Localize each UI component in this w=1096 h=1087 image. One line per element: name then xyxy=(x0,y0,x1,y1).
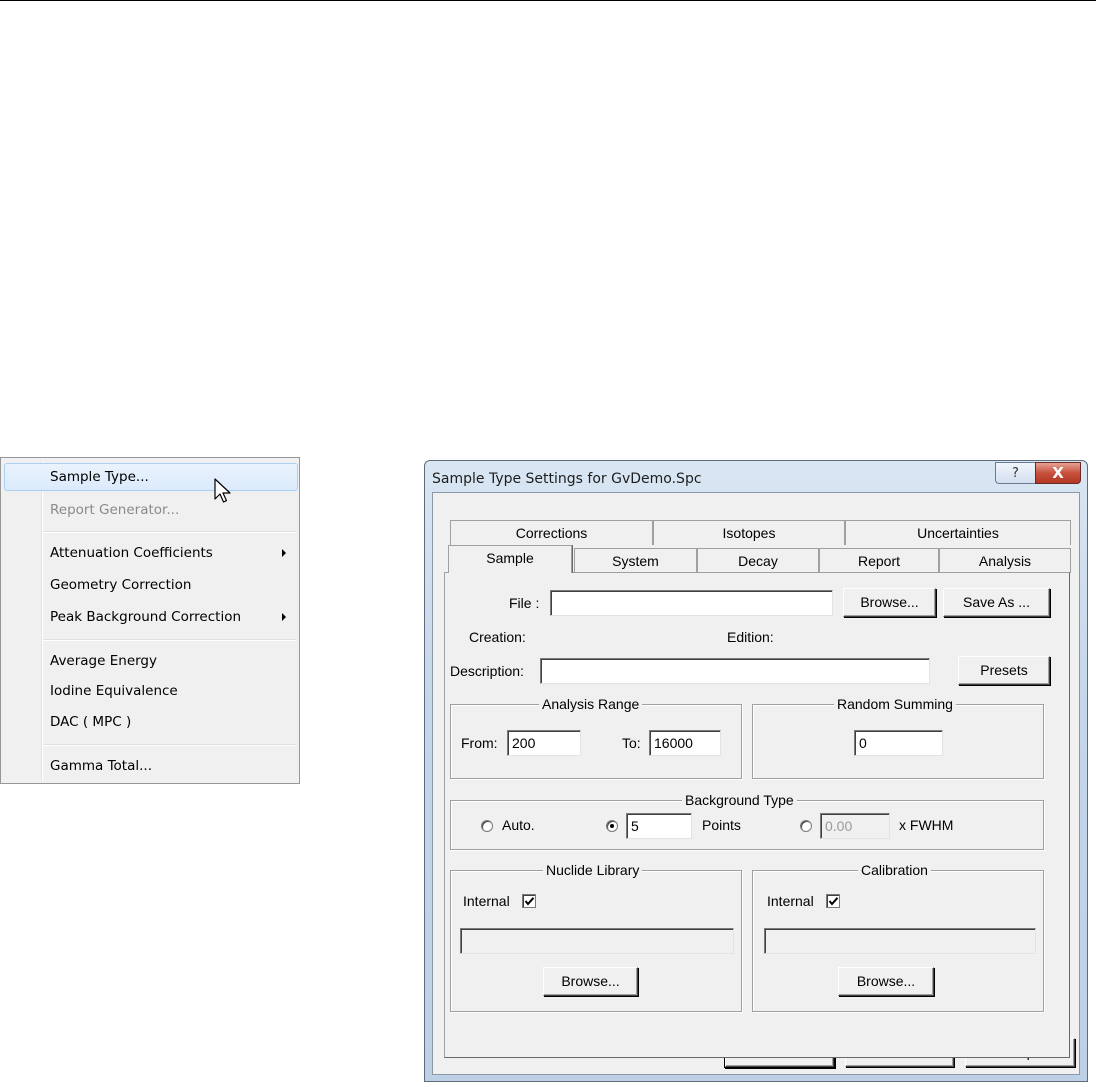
menu-item-average-energy[interactable]: Average Energy xyxy=(4,647,298,675)
fwhm-radio[interactable] xyxy=(800,820,812,832)
tab-label: Decay xyxy=(738,553,778,569)
tab-label: Corrections xyxy=(515,525,588,541)
menu-item-label: Report Generator... xyxy=(50,502,180,518)
points-label: Points xyxy=(702,817,741,833)
group-title: Calibration xyxy=(858,862,931,878)
random-summing-input[interactable]: 0 xyxy=(854,730,943,756)
auto-radio[interactable] xyxy=(481,820,493,832)
tab-label: Uncertainties xyxy=(917,525,999,541)
close-icon[interactable]: X xyxy=(1035,462,1081,484)
save-as-button[interactable]: Save As ... xyxy=(943,588,1050,617)
group-title: Background Type xyxy=(682,792,797,808)
menu-item-label: DAC ( MPC ) xyxy=(50,714,132,730)
tab-system[interactable]: System xyxy=(574,548,697,573)
tab-uncertainties[interactable]: Uncertainties xyxy=(845,520,1071,545)
checkmark-icon xyxy=(828,897,839,906)
description-label: Description: xyxy=(450,663,524,679)
menu-item-report-generator[interactable]: Report Generator... xyxy=(4,496,298,524)
file-browse-button[interactable]: Browse... xyxy=(843,588,936,617)
nuclide-internal-checkbox[interactable] xyxy=(522,894,536,908)
group-title: Analysis Range xyxy=(539,696,643,712)
file-label: File : xyxy=(509,595,540,611)
menu-item-label: Iodine Equivalence xyxy=(50,683,178,699)
menu-item-label: Gamma Total... xyxy=(50,758,153,774)
title-bar-buttons: ? X xyxy=(995,462,1081,484)
file-input[interactable] xyxy=(550,590,833,616)
group-title: Random Summing xyxy=(834,696,956,712)
submenu-arrow-icon xyxy=(282,549,286,557)
nuclide-internal-label: Internal xyxy=(463,893,510,909)
edition-label: Edition: xyxy=(727,629,774,645)
random-summing-group: Random Summing 0 xyxy=(752,696,1044,779)
calibration-path-input[interactable] xyxy=(764,928,1036,954)
tab-label: Sample xyxy=(486,550,534,566)
calibration-browse-button[interactable]: Browse... xyxy=(838,967,934,996)
checkmark-icon xyxy=(524,897,535,906)
sample-tab-panel: File : Browse... Save As ... Creation: E… xyxy=(444,572,1070,1058)
tab-label: System xyxy=(612,553,659,569)
dialog-client-area: Corrections Isotopes Uncertainties Sampl… xyxy=(432,492,1080,1075)
tab-isotopes[interactable]: Isotopes xyxy=(653,520,845,545)
presets-button[interactable]: Presets xyxy=(958,656,1050,685)
menu-item-label: Sample Type... xyxy=(50,469,149,485)
calibration-internal-checkbox[interactable] xyxy=(826,894,840,908)
sample-type-settings-dialog: Sample Type Settings for GvDemo.Spc ? X … xyxy=(424,460,1088,1082)
analysis-range-group: Analysis Range From: 200 To: 16000 xyxy=(450,696,742,779)
calibration-group: Calibration Internal Browse... xyxy=(752,862,1044,1012)
mouse-pointer-icon xyxy=(214,478,231,503)
group-title: Nuclide Library xyxy=(543,862,643,878)
menu-item-sample-type[interactable]: Sample Type... xyxy=(4,463,298,491)
to-label: To: xyxy=(622,735,641,751)
auto-label: Auto. xyxy=(502,817,535,833)
calibration-internal-label: Internal xyxy=(767,893,814,909)
context-menu: Sample Type... Report Generator... Atten… xyxy=(0,457,300,784)
range-to-input[interactable]: 16000 xyxy=(649,730,721,756)
menu-item-label: Peak Background Correction xyxy=(50,609,242,625)
tab-label: Report xyxy=(857,553,901,569)
tab-corrections[interactable]: Corrections xyxy=(450,520,653,545)
fwhm-label: x FWHM xyxy=(899,817,954,833)
points-input[interactable]: 5 xyxy=(626,813,692,839)
tab-label: Analysis xyxy=(978,553,1032,569)
menu-item-attenuation-coefficients[interactable]: Attenuation Coefficients xyxy=(4,539,298,567)
fwhm-input[interactable]: 0.00 xyxy=(820,813,890,839)
menu-item-label: Geometry Correction xyxy=(50,577,192,593)
top-rule xyxy=(0,0,1096,1)
menu-item-peak-background-correction[interactable]: Peak Background Correction xyxy=(4,603,298,631)
menu-separator xyxy=(43,744,296,746)
menu-item-dac-mpc[interactable]: DAC ( MPC ) xyxy=(4,708,298,736)
background-type-group: Background Type Auto. 5 Points 0.00 x FW… xyxy=(450,792,1044,850)
description-input[interactable] xyxy=(540,658,930,684)
tab-report[interactable]: Report xyxy=(819,548,939,573)
menu-item-geometry-correction[interactable]: Geometry Correction xyxy=(4,571,298,599)
points-radio[interactable] xyxy=(606,820,618,832)
menu-item-label: Average Energy xyxy=(50,653,157,669)
nuclide-library-group: Nuclide Library Internal Browse... xyxy=(450,862,742,1012)
tab-analysis[interactable]: Analysis xyxy=(939,548,1071,573)
tab-label: Isotopes xyxy=(722,525,776,541)
submenu-arrow-icon xyxy=(282,613,286,621)
tab-decay[interactable]: Decay xyxy=(697,548,819,573)
menu-item-iodine-equivalence[interactable]: Iodine Equivalence xyxy=(4,677,298,705)
menu-item-gamma-total[interactable]: Gamma Total... xyxy=(4,752,298,780)
help-question-icon[interactable]: ? xyxy=(995,462,1035,484)
menu-separator xyxy=(43,639,296,641)
nuclide-library-path-input[interactable] xyxy=(460,928,734,954)
dialog-title: Sample Type Settings for GvDemo.Spc xyxy=(432,471,702,487)
menu-item-label: Attenuation Coefficients xyxy=(50,545,213,561)
from-label: From: xyxy=(461,735,498,751)
range-from-input[interactable]: 200 xyxy=(507,730,581,756)
menu-separator xyxy=(43,531,296,533)
tab-sample[interactable]: Sample xyxy=(448,545,572,573)
nuclide-browse-button[interactable]: Browse... xyxy=(543,967,638,996)
creation-label: Creation: xyxy=(469,629,526,645)
